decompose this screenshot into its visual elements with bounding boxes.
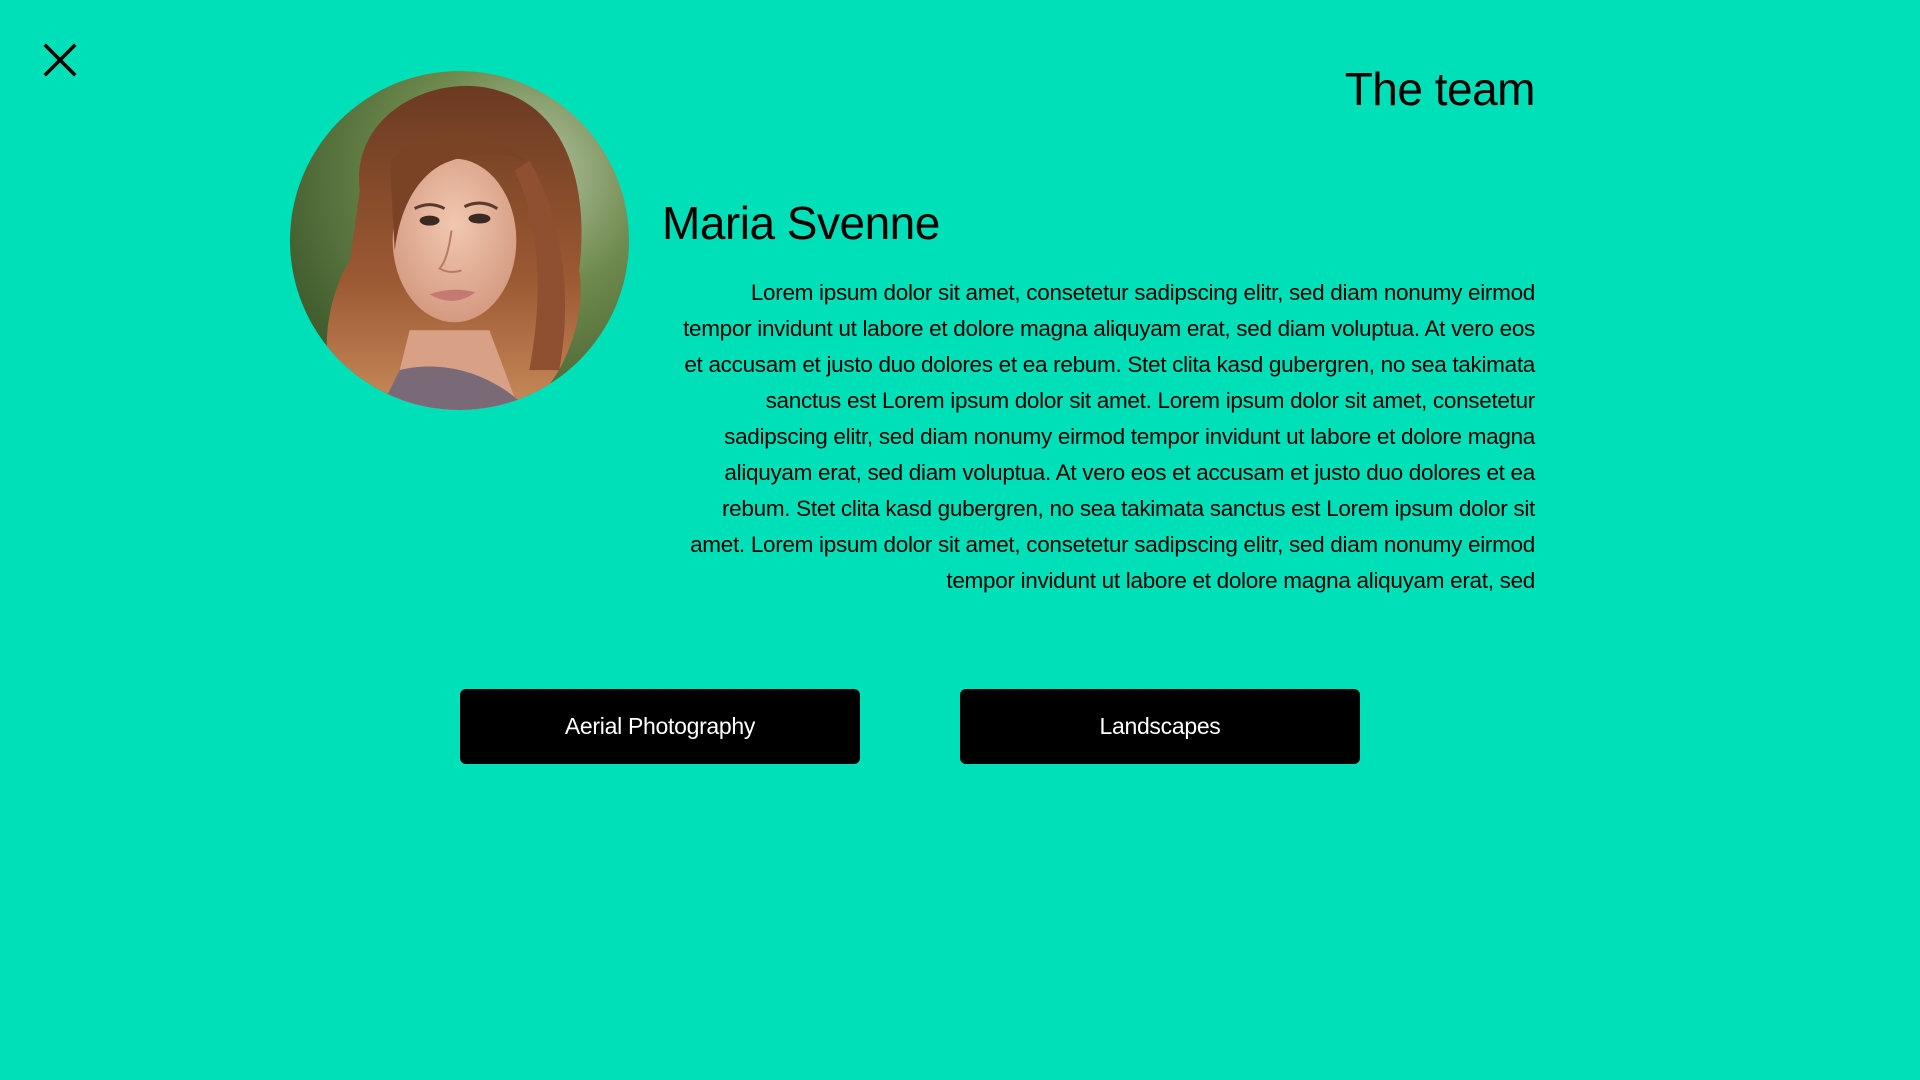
tag-button-aerial-photography[interactable]: Aerial Photography	[460, 689, 860, 764]
close-icon	[43, 43, 77, 77]
team-member-page: The team Maria Svenne Lorem ipsum dolor …	[0, 0, 1920, 1080]
member-name: Maria Svenne	[662, 197, 940, 249]
page-title: The team	[1344, 63, 1536, 115]
close-button[interactable]	[40, 40, 80, 80]
tag-button-landscapes[interactable]: Landscapes	[960, 689, 1360, 764]
member-bio: Lorem ipsum dolor sit amet, consetetur s…	[683, 280, 1535, 593]
avatar	[290, 71, 629, 410]
portrait-photo-icon	[290, 71, 629, 410]
